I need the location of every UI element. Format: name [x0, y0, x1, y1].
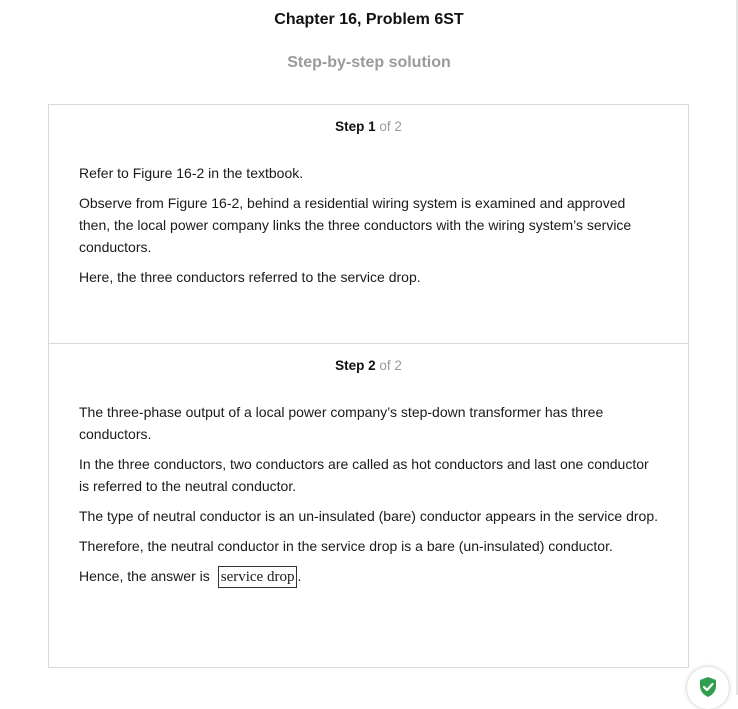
step-paragraph: The type of neutral conductor is an un-i…	[79, 508, 658, 524]
answer-line: Hence, the answer is service drop.	[79, 565, 658, 589]
page-subtitle: Step-by-step solution	[287, 54, 451, 71]
step-paragraph: Refer to Figure 16-2 in the textbook.	[79, 165, 304, 181]
step-paragraph: In the three conductors, two conductors …	[79, 456, 649, 494]
answer-prefix: Hence, the answer is	[79, 568, 210, 584]
step-paragraph: Therefore, the neutral conductor in the …	[79, 538, 613, 554]
step-body: The three-phase output of a local power …	[49, 401, 688, 589]
solution-container: Step 1 of 2 Refer to Figure 16-2 in the …	[48, 104, 689, 668]
step-label: Step 2	[335, 358, 376, 373]
answer-box: service drop	[217, 566, 298, 589]
step-body: Refer to Figure 16-2 in the textbook. Ob…	[49, 162, 688, 288]
step-2: Step 2 of 2 The three-phase output of a …	[49, 344, 688, 667]
page-title: Chapter 16, Problem 6ST	[274, 11, 464, 28]
step-1: Step 1 of 2 Refer to Figure 16-2 in the …	[49, 105, 688, 344]
step-total: of 2	[379, 358, 402, 373]
answer-suffix: .	[297, 568, 302, 584]
step-heading: Step 2 of 2	[49, 344, 688, 378]
step-label: Step 1	[335, 119, 376, 134]
step-paragraph: The three-phase output of a local power …	[79, 404, 604, 442]
step-paragraph: Observe from Figure 16-2, behind a resid…	[79, 195, 632, 255]
step-total: of 2	[379, 119, 402, 134]
step-paragraph: Here, the three conductors referred to t…	[79, 269, 421, 285]
step-heading: Step 1 of 2	[49, 105, 688, 139]
security-badge[interactable]	[687, 667, 729, 709]
